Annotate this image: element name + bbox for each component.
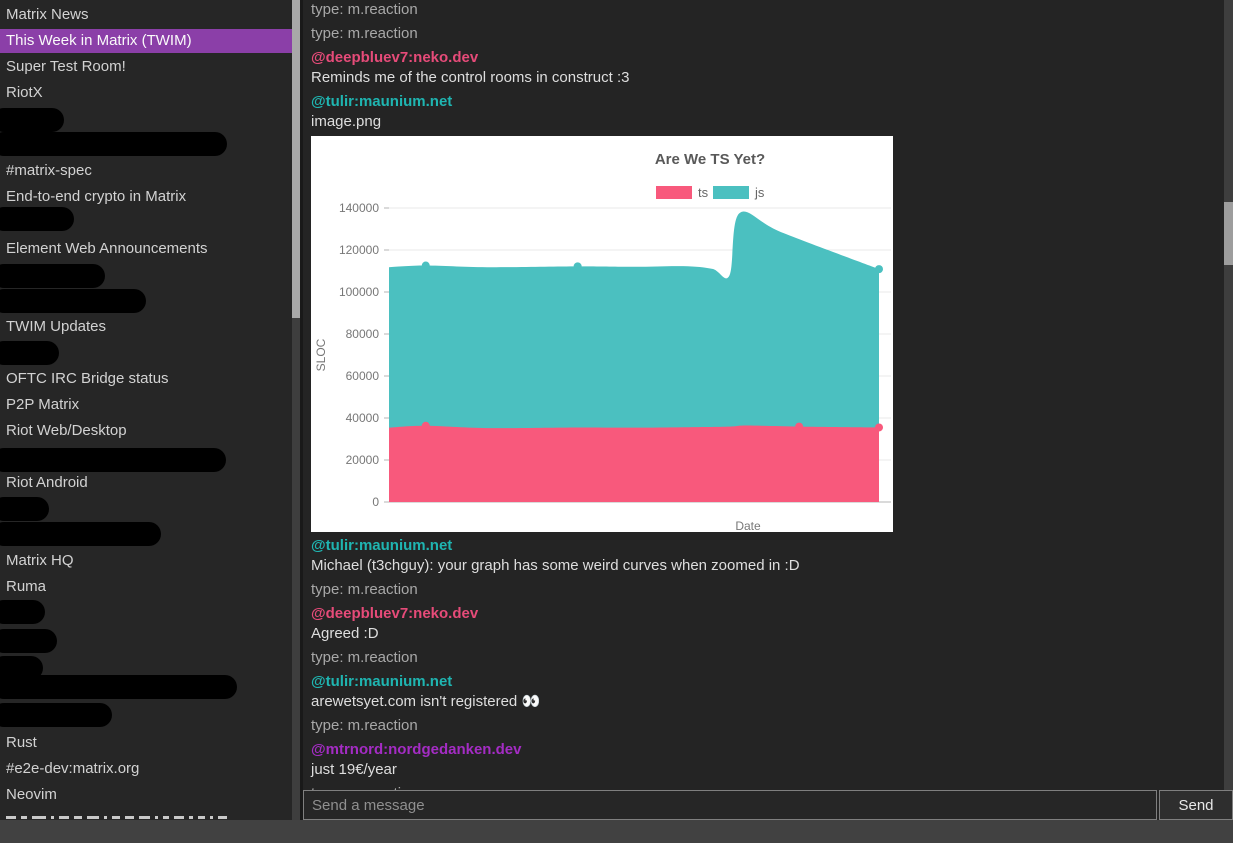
clipped-text-fragment (125, 816, 134, 819)
clipped-text-fragment (163, 816, 169, 819)
message-sender[interactable]: @tulir:maunium.net (311, 92, 1224, 112)
clipped-text-fragment (155, 816, 158, 819)
sidebar-item[interactable]: Riot Android (0, 473, 292, 493)
svg-text:80000: 80000 (346, 327, 380, 341)
composer-bar: Send (303, 790, 1233, 820)
message-body: arewetsyet.com isn't registered 👀 (311, 692, 1224, 712)
message: @tulir:maunium.netarewetsyet.com isn't r… (311, 672, 1224, 712)
send-button[interactable]: Send (1159, 790, 1233, 820)
redacted-room-name[interactable] (0, 341, 59, 365)
svg-text:140000: 140000 (339, 201, 379, 215)
message: @deepbluev7:neko.devReminds me of the co… (311, 48, 1224, 88)
sidebar-item[interactable]: TWIM Updates (0, 317, 292, 337)
message-body: Reminds me of the control rooms in const… (311, 68, 1224, 88)
sidebar-item[interactable]: End-to-end crypto in Matrix (0, 187, 292, 207)
sidebar-item[interactable]: RiotX (0, 83, 292, 103)
message-timeline: type: m.reaction type: m.reaction @deepblu… (303, 0, 1224, 790)
clipped-text-fragment (87, 816, 99, 819)
event-meta-text: type: m.reaction (311, 580, 1224, 600)
svg-text:60000: 60000 (346, 369, 380, 383)
event-meta-text: type: m.reaction (311, 716, 1224, 736)
redacted-room-name[interactable] (0, 132, 227, 156)
message-sender[interactable]: @mtrnord:nordgedanken.dev (311, 740, 1224, 760)
redacted-room-name[interactable] (0, 108, 64, 132)
sidebar-item[interactable]: Matrix HQ (0, 551, 292, 571)
clipped-text-fragment (32, 816, 46, 819)
sidebar-item[interactable]: #matrix-spec (0, 161, 292, 181)
clipped-text-fragment (104, 816, 107, 819)
clipped-text-fragment (59, 816, 69, 819)
message: @mtrnord:nordgedanken.devjust 19€/year (311, 740, 1224, 780)
redacted-room-name[interactable] (0, 675, 237, 699)
redacted-room-name[interactable] (0, 600, 45, 624)
redacted-room-name[interactable] (0, 207, 74, 231)
message-body: image.png (311, 112, 1224, 132)
matrix-client-window: Matrix News This Week in Matrix (TWIM) Sup… (0, 0, 1233, 843)
redacted-room-name[interactable] (0, 703, 112, 727)
message-input[interactable] (303, 790, 1157, 820)
room-list-sidebar: Matrix News This Week in Matrix (TWIM) Sup… (0, 0, 292, 820)
message: @tulir:maunium.netMichael (t3chguy): you… (311, 536, 1224, 576)
sidebar-item[interactable]: P2P Matrix (0, 395, 292, 415)
sidebar-item[interactable]: #e2e-dev:matrix.org (0, 759, 292, 779)
clipped-text-fragment (139, 816, 150, 819)
message-body: just 19€/year (311, 760, 1224, 780)
message-sender[interactable]: @deepbluev7:neko.dev (311, 604, 1224, 624)
clipped-text-fragment (198, 816, 205, 819)
redacted-room-name[interactable] (0, 497, 49, 521)
svg-text:20000: 20000 (346, 453, 380, 467)
sidebar-item-selected[interactable]: This Week in Matrix (TWIM) (0, 29, 292, 53)
sidebar-item[interactable]: Element Web Announcements (0, 239, 292, 259)
sidebar-item-clipped[interactable] (6, 812, 232, 820)
message: @tulir:maunium.netimage.png 0 20000 40000 60… (311, 92, 1224, 532)
svg-text:Date: Date (735, 519, 761, 532)
svg-text:SLOC: SLOC (314, 338, 328, 371)
event-meta-text: type: m.reaction (311, 24, 1224, 44)
redacted-room-name[interactable] (0, 522, 161, 546)
redacted-room-name[interactable] (0, 448, 226, 472)
bottom-status-strip (0, 820, 1233, 843)
timeline-scrollbar[interactable] (1224, 0, 1233, 790)
sidebar-item[interactable]: Rust (0, 733, 292, 753)
room-list-scrollbar-thumb[interactable] (292, 0, 300, 318)
clipped-text-fragment (112, 816, 120, 819)
svg-text:Are We TS Yet?: Are We TS Yet? (655, 151, 765, 168)
sidebar-item[interactable]: Riot Web/Desktop (0, 421, 292, 441)
redacted-room-name[interactable] (0, 289, 146, 313)
svg-text:ts: ts (698, 185, 709, 200)
clipped-text-fragment (174, 816, 184, 819)
svg-text:0: 0 (372, 495, 379, 509)
sidebar-item[interactable]: OFTC IRC Bridge status (0, 369, 292, 389)
clipped-text-fragment (218, 816, 227, 819)
clipped-text-fragment (189, 816, 193, 819)
timeline-scrollbar-thumb[interactable] (1224, 202, 1233, 265)
message-body: Michael (t3chguy): your graph has some w… (311, 556, 1224, 576)
svg-text:js: js (754, 185, 765, 200)
clipped-text-fragment (21, 816, 27, 819)
redacted-room-name[interactable] (0, 264, 105, 288)
message-sender[interactable]: @tulir:maunium.net (311, 536, 1224, 556)
message-sender[interactable]: @deepbluev7:neko.dev (311, 48, 1224, 68)
event-meta-text: type: m.reaction (311, 0, 1224, 20)
clipped-text-fragment (210, 816, 213, 819)
svg-text:100000: 100000 (339, 285, 379, 299)
sidebar-item[interactable]: Matrix News (0, 5, 292, 25)
clipped-text-fragment (51, 816, 54, 819)
message: @deepbluev7:neko.devAgreed :D (311, 604, 1224, 644)
message-sender[interactable]: @tulir:maunium.net (311, 672, 1224, 692)
svg-text:40000: 40000 (346, 411, 380, 425)
sidebar-item[interactable]: Ruma (0, 577, 292, 597)
attached-chart-image[interactable]: 0 20000 40000 60000 80000 100000 120000 140000 A… (311, 136, 893, 532)
sidebar-item[interactable]: Neovim (0, 785, 292, 805)
event-meta-text: type: m.reaction (311, 648, 1224, 668)
clipped-text-fragment (6, 816, 16, 819)
are-we-ts-yet-chart: 0 20000 40000 60000 80000 100000 120000 140000 A… (311, 136, 893, 532)
message-body: Agreed :D (311, 624, 1224, 644)
room-list-scrollbar[interactable] (292, 0, 300, 820)
sidebar-item[interactable]: Super Test Room! (0, 57, 292, 77)
svg-text:120000: 120000 (339, 243, 379, 257)
clipped-text-fragment (74, 816, 82, 819)
redacted-room-name[interactable] (0, 629, 57, 653)
